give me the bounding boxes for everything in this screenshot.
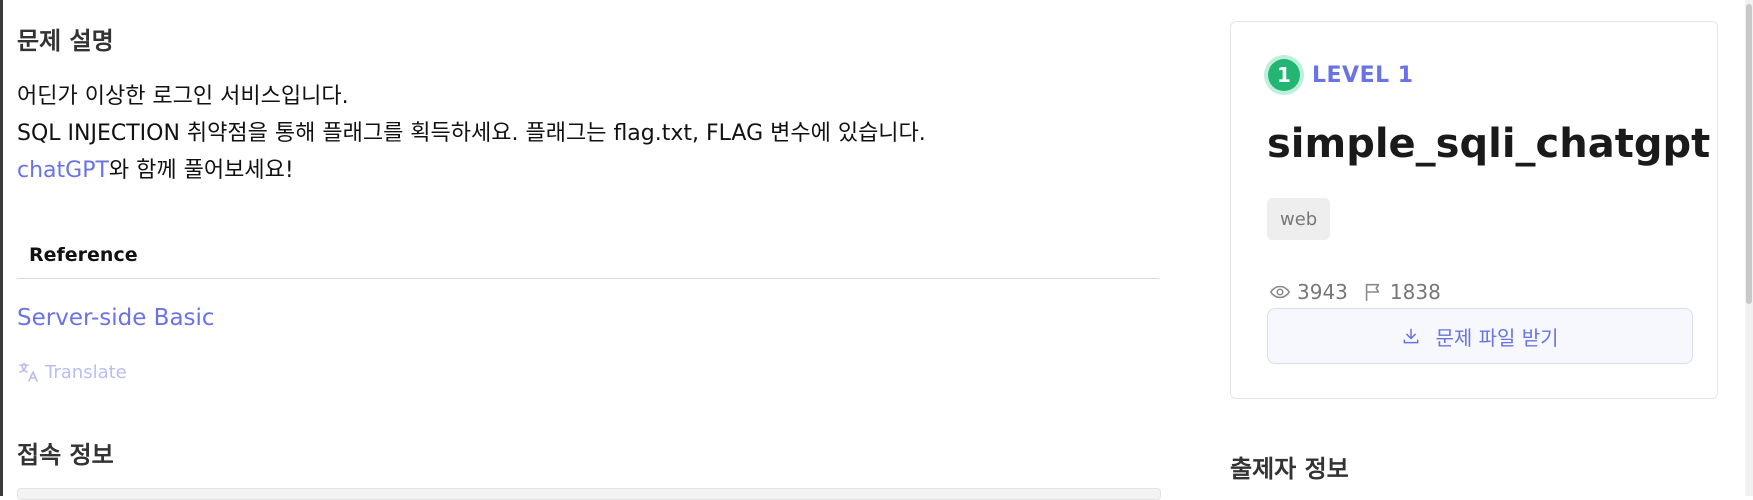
challenge-title: simple_sqli_chatgpt: [1267, 121, 1711, 167]
connection-info-title: 접속 정보: [17, 441, 114, 469]
views-stat: 3943: [1269, 280, 1348, 304]
description-line-3-text: 와 함께 풀어보세요!: [108, 158, 294, 183]
category-tag-web[interactable]: web: [1267, 198, 1331, 240]
translate-label: Translate: [45, 361, 127, 383]
translate-button[interactable]: Translate: [17, 360, 127, 384]
description-line-3: chatGPT와 함께 풀어보세요!: [17, 156, 294, 186]
level-badge: 1: [1268, 59, 1300, 91]
reference-header-label: Reference: [29, 244, 138, 266]
chatgpt-link[interactable]: chatGPT: [17, 158, 109, 183]
download-files-label: 문제 파일 받기: [1435, 325, 1559, 350]
eye-icon: [1270, 285, 1290, 299]
flag-icon: [1365, 283, 1380, 302]
description-line-2: SQL INJECTION 취약점을 통해 플래그를 획득하세요. 플래그는 f…: [17, 121, 926, 146]
level-label: LEVEL 1: [1312, 62, 1414, 88]
views-count: 3943: [1297, 280, 1348, 304]
challenge-stats: 3943 1838: [1269, 280, 1455, 304]
scrollbar-thumb[interactable]: [1746, 4, 1752, 304]
download-icon: [1404, 328, 1419, 344]
solves-count: 1838: [1389, 280, 1441, 304]
author-info-title: 출제자 정보: [1230, 455, 1349, 483]
reference-link-server-side-basic[interactable]: Server-side Basic: [17, 303, 215, 333]
level-indicator: 1 LEVEL 1: [1268, 59, 1414, 91]
solves-stat: 1838: [1362, 280, 1441, 304]
reference-header: Reference: [17, 238, 1159, 279]
challenge-card: 1 LEVEL 1 simple_sqli_chatgpt web 3943 1…: [1230, 21, 1718, 399]
window-left-edge: [0, 0, 3, 496]
translate-icon: [19, 362, 38, 382]
download-files-button[interactable]: 문제 파일 받기: [1267, 308, 1693, 364]
description-line-1: 어딘가 이상한 로그인 서비스입니다.: [17, 84, 349, 109]
connection-info-box: [17, 488, 1161, 500]
description-title: 문제 설명: [17, 27, 114, 55]
